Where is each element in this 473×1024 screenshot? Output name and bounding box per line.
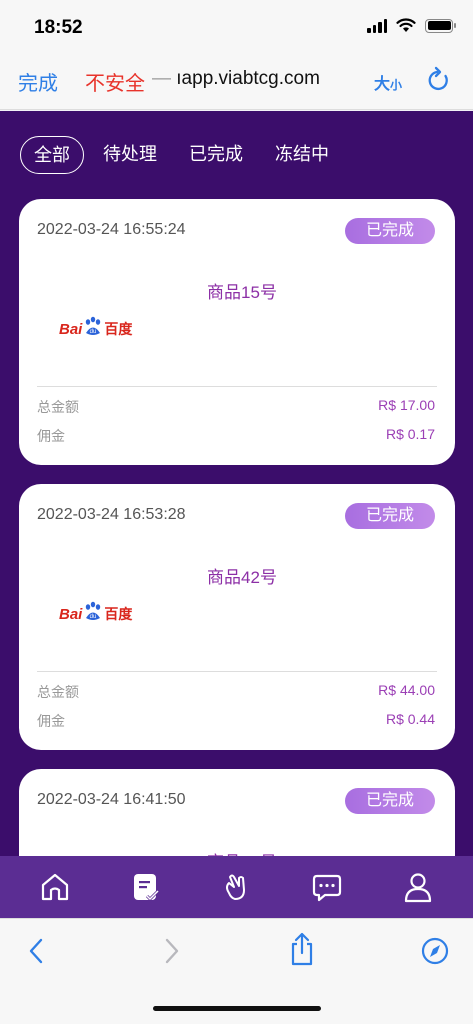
- hand-icon: [226, 874, 246, 900]
- url-separator: —: [152, 68, 171, 89]
- commission-amount: R$ 0.17: [385, 426, 435, 442]
- nav-profile[interactable]: [394, 863, 442, 911]
- logo-du-text: du: [90, 614, 97, 620]
- product-name: 商品42号: [207, 568, 277, 587]
- nav-hand[interactable]: [212, 863, 260, 911]
- bottom-nav: [0, 856, 473, 918]
- insecure-label: 不安全: [85, 73, 145, 95]
- status-time: 18:52: [34, 17, 83, 38]
- chat-icon: [312, 874, 342, 902]
- product-name: 商品16号: [19, 848, 455, 856]
- cellular-signal-icon: [367, 18, 387, 33]
- forward-icon[interactable]: [160, 935, 182, 967]
- compass-icon[interactable]: [420, 935, 450, 967]
- commission-row: 佣金 R$ 0.44: [37, 711, 435, 731]
- total-row: 总金额 R$ 17.00: [37, 397, 435, 417]
- logo-cn-text: 百度: [104, 322, 133, 338]
- browser-address-bar: 完成 不安全 — ıapp.viabtcg.com 大小: [0, 56, 473, 110]
- status-badge: 已完成: [345, 788, 435, 814]
- total-amount: R$ 17.00: [378, 397, 435, 413]
- divider: [37, 671, 437, 672]
- order-list-page: 全部 待处理 已完成 冻结中 2022-03-24 16:55:24 已完成 商…: [0, 111, 473, 856]
- logo-cn-text: 百度: [104, 607, 133, 623]
- tab-pending[interactable]: 待处理: [90, 136, 170, 174]
- logo-du-text: du: [90, 329, 97, 335]
- product-name: 商品15号: [207, 283, 277, 302]
- status-icons: [367, 18, 456, 33]
- commission-row: 佣金 R$ 0.17: [37, 426, 435, 446]
- home-indicator: [153, 1006, 321, 1011]
- text-size-big: 大: [374, 76, 391, 93]
- home-icon: [42, 873, 69, 901]
- battery-icon: [425, 18, 456, 33]
- tab-all[interactable]: 全部: [20, 136, 84, 174]
- total-label: 总金额: [37, 399, 79, 415]
- order-card[interactable]: 2022-03-24 16:55:24 已完成 商品15号 Bai du 百度 …: [19, 199, 455, 465]
- reload-icon[interactable]: [426, 66, 452, 94]
- baidu-logo: Bai du 百度: [59, 601, 132, 627]
- order-time: 2022-03-24 16:53:28: [37, 506, 186, 523]
- tab-frozen[interactable]: 冻结中: [262, 136, 342, 174]
- back-icon[interactable]: [26, 935, 48, 967]
- total-amount: R$ 44.00: [378, 682, 435, 698]
- total-row: 总金额 R$ 44.00: [37, 682, 435, 702]
- total-label: 总金额: [37, 684, 79, 700]
- done-button[interactable]: 完成: [18, 67, 58, 96]
- orders-icon: [133, 874, 159, 902]
- text-size-button[interactable]: 大小: [374, 70, 402, 94]
- order-card[interactable]: 2022-03-24 16:41:50 已完成 商品16号: [19, 769, 455, 856]
- status-badge: 已完成: [345, 218, 435, 244]
- order-time: 2022-03-24 16:41:50: [37, 791, 186, 808]
- status-bar: 18:52: [0, 0, 473, 56]
- divider: [37, 386, 437, 387]
- order-time: 2022-03-24 16:55:24: [37, 221, 186, 238]
- status-tabs: 全部 待处理 已完成 冻结中: [20, 136, 348, 174]
- share-icon[interactable]: [288, 931, 316, 967]
- nav-orders[interactable]: [122, 863, 170, 911]
- wifi-icon: [396, 18, 416, 32]
- nav-chat[interactable]: [303, 863, 351, 911]
- url-field[interactable]: — ıapp.viabtcg.com: [152, 68, 320, 90]
- paw-icon: du: [86, 601, 101, 620]
- commission-label: 佣金: [37, 428, 65, 444]
- baidu-logo: Bai du 百度: [59, 316, 132, 342]
- order-card[interactable]: 2022-03-24 16:53:28 已完成 商品42号 Bai du 百度 …: [19, 484, 455, 750]
- text-size-small: 小: [390, 78, 403, 92]
- commission-amount: R$ 0.44: [385, 711, 435, 727]
- commission-label: 佣金: [37, 713, 65, 729]
- paw-icon: du: [86, 316, 101, 335]
- status-badge: 已完成: [345, 503, 435, 529]
- user-icon: [404, 873, 431, 903]
- nav-home[interactable]: [31, 863, 79, 911]
- url-text: ıapp.viabtcg.com: [176, 68, 320, 89]
- tab-completed[interactable]: 已完成: [176, 136, 256, 174]
